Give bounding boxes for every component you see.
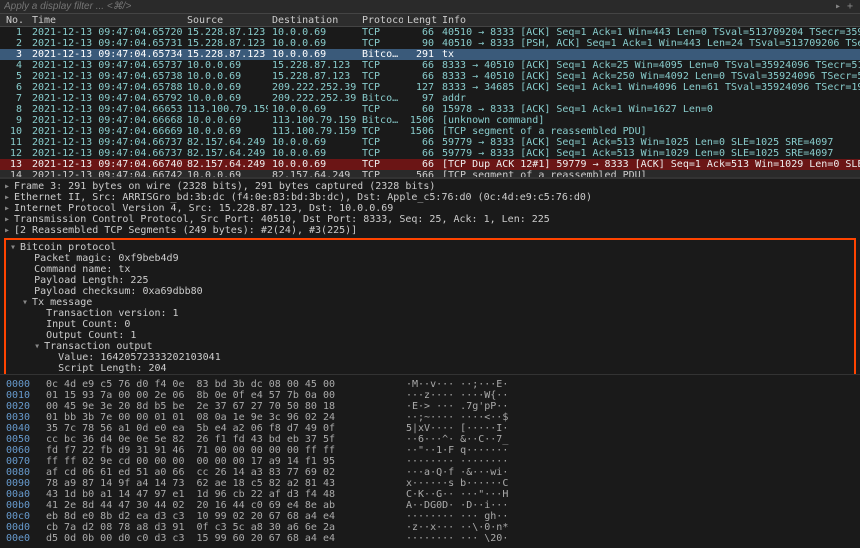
- hex-row: 0070ff ff 02 9e cd 00 00 00 00 00 00 17 …: [6, 456, 854, 467]
- packet-row[interactable]: 82021-12-13 09:47:04.666536113.100.79.15…: [0, 104, 860, 115]
- display-filter-input[interactable]: [4, 1, 832, 12]
- packet-row[interactable]: 22021-12-13 09:47:04.65731215.228.87.123…: [0, 38, 860, 49]
- col-header-info[interactable]: Info: [438, 15, 860, 26]
- col-header-protocol[interactable]: Protocol: [358, 15, 403, 26]
- hex-row: 003001 bb 3b 7e 00 00 01 01 08 0a 1e 9e …: [6, 412, 854, 423]
- detail-script-len: Script Length: 204: [58, 363, 166, 374]
- filter-plus-icon[interactable]: +: [844, 1, 856, 12]
- col-header-no[interactable]: No.: [0, 15, 28, 26]
- packet-row[interactable]: 92021-12-13 09:47:04.66668510.0.0.69113.…: [0, 115, 860, 126]
- col-header-source[interactable]: Source: [183, 15, 268, 26]
- collapse-icon[interactable]: ▾: [22, 297, 32, 308]
- hex-row: 00000c 4d e9 c5 76 d0 f4 0e 83 bd 3b dc …: [6, 379, 854, 390]
- expand-icon[interactable]: ▸: [4, 181, 14, 192]
- expand-icon[interactable]: ▸: [4, 192, 14, 203]
- hex-row: 001001 15 93 7a 00 00 2e 06 8b 0e 0f e4 …: [6, 390, 854, 401]
- expand-icon[interactable]: ▸: [4, 214, 14, 225]
- packet-row[interactable]: 62021-12-13 09:47:04.65788210.0.0.69209.…: [0, 82, 860, 93]
- highlighted-protocol-box: ▾Bitcoin protocol Packet magic: 0xf9beb4…: [4, 238, 856, 374]
- packet-row[interactable]: 32021-12-13 09:47:04.65734215.228.87.123…: [0, 49, 860, 60]
- hex-row: 0060fd f7 22 fb d9 31 91 46 71 00 00 00 …: [6, 445, 854, 456]
- col-header-length[interactable]: Length: [403, 15, 438, 26]
- detail-payload-len: Payload Length: 225: [34, 275, 148, 286]
- hex-row: 00e0d5 0d 0b 00 d0 c0 d3 c3 15 99 60 20 …: [6, 533, 854, 544]
- packet-row[interactable]: 132021-12-13 09:47:04.66740382.157.64.24…: [0, 159, 860, 170]
- filter-bookmark-icon[interactable]: ▸: [832, 1, 844, 12]
- hex-row: 009078 a9 87 14 9f a4 14 73 62 ae 18 c5 …: [6, 478, 854, 489]
- expand-icon[interactable]: ▸: [4, 225, 14, 236]
- hex-row: 00d0cb 7a d2 08 78 a8 d3 91 0f c3 5c a8 …: [6, 522, 854, 533]
- packet-row[interactable]: 42021-12-13 09:47:04.65737310.0.0.6915.2…: [0, 60, 860, 71]
- detail-magic: Packet magic: 0xf9beb4d9: [34, 253, 179, 264]
- detail-ethernet: Ethernet II, Src: ARRISGro_bd:3b:dc (f4:…: [14, 192, 592, 203]
- col-header-time[interactable]: Time: [28, 15, 183, 26]
- packet-row[interactable]: 122021-12-13 09:47:04.66737782.157.64.24…: [0, 148, 860, 159]
- hex-row: 00a043 1d b0 a1 14 47 97 e1 1d 96 cb 22 …: [6, 489, 854, 500]
- packet-row[interactable]: 72021-12-13 09:47:04.65792210.0.0.69209.…: [0, 93, 860, 104]
- detail-input-count: Input Count: 0: [46, 319, 130, 330]
- detail-command: Command name: tx: [34, 264, 130, 275]
- packet-row[interactable]: 112021-12-13 09:47:04.66737282.157.64.24…: [0, 137, 860, 148]
- packet-row[interactable]: 102021-12-13 09:47:04.66669310.0.0.69113…: [0, 126, 860, 137]
- packet-details-pane[interactable]: ▸Frame 3: 291 bytes on wire (2328 bits),…: [0, 179, 860, 374]
- hex-row: 002000 45 9e 3e 20 8d b5 be 2e 37 67 27 …: [6, 401, 854, 412]
- detail-tcp: Transmission Control Protocol, Src Port:…: [14, 214, 550, 225]
- detail-txout: Transaction output: [44, 341, 152, 352]
- packet-list[interactable]: 12021-12-13 09:47:04.65720215.228.87.123…: [0, 27, 860, 177]
- detail-reassembled: [2 Reassembled TCP Segments (249 bytes):…: [14, 225, 357, 236]
- expand-icon[interactable]: ▸: [4, 203, 14, 214]
- detail-txmsg: Tx message: [32, 297, 92, 308]
- packet-row[interactable]: 12021-12-13 09:47:04.65720215.228.87.123…: [0, 27, 860, 38]
- detail-output-count: Output Count: 1: [46, 330, 136, 341]
- packet-row[interactable]: 142021-12-13 09:47:04.66742610.0.0.6982.…: [0, 170, 860, 177]
- collapse-icon[interactable]: ▾: [34, 341, 44, 352]
- hex-row: 0050cc bc 36 d4 0e 0e 5e 82 26 f1 fd 43 …: [6, 434, 854, 445]
- detail-bitcoin: Bitcoin protocol: [20, 242, 116, 253]
- detail-frame: Frame 3: 291 bytes on wire (2328 bits), …: [14, 181, 435, 192]
- col-header-destination[interactable]: Destination: [268, 15, 358, 26]
- detail-checksum: Payload checksum: 0xa69dbb80: [34, 286, 203, 297]
- hex-row: 004035 7c 78 56 a1 0d e0 ea 5b e4 a2 06 …: [6, 423, 854, 434]
- detail-txver: Transaction version: 1: [46, 308, 178, 319]
- hex-row: 00b041 2e 8d 44 47 30 44 02 20 16 44 c0 …: [6, 500, 854, 511]
- hex-row: 0080af cd 06 61 ed 51 a0 66 cc 26 14 a3 …: [6, 467, 854, 478]
- packet-row[interactable]: 52021-12-13 09:47:04.65738710.0.0.6915.2…: [0, 71, 860, 82]
- detail-ip: Internet Protocol Version 4, Src: 15.228…: [14, 203, 393, 214]
- collapse-icon[interactable]: ▾: [10, 242, 20, 253]
- packet-table-header: No. Time Source Destination Protocol Len…: [0, 14, 860, 27]
- hex-row: 00c0eb 8d e0 8b d2 ea d3 c3 10 99 02 20 …: [6, 511, 854, 522]
- detail-value: Value: 16420572333202103041: [58, 352, 221, 363]
- hex-dump-pane[interactable]: 00000c 4d e9 c5 76 d0 f4 0e 83 bd 3b dc …: [0, 374, 860, 548]
